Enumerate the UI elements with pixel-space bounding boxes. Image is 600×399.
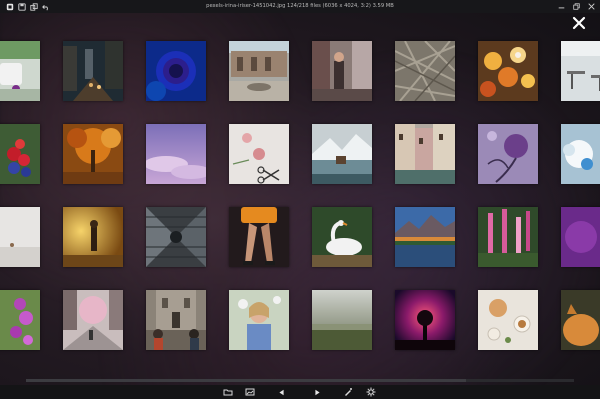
thumbnail-mountain-lake-house[interactable] bbox=[312, 124, 372, 184]
thumbnail-swan[interactable] bbox=[312, 207, 372, 267]
thumbnail-purple-sky[interactable] bbox=[146, 124, 206, 184]
scroll-track[interactable] bbox=[26, 379, 574, 382]
gallery-icon[interactable] bbox=[244, 386, 256, 398]
thumbnail-cafe[interactable] bbox=[561, 41, 600, 101]
thumbnail-canal-houses[interactable] bbox=[395, 124, 455, 184]
thumbnail-girl-sunset[interactable] bbox=[63, 207, 123, 267]
image-viewer-app: pexels-irina-iriser-1451042.jpg 124/218 … bbox=[0, 0, 600, 399]
thumbnail-dry-grass[interactable] bbox=[395, 41, 455, 101]
app-icon[interactable] bbox=[5, 2, 14, 11]
thumbnail-purple-tulip[interactable] bbox=[478, 124, 538, 184]
undo-icon[interactable] bbox=[41, 2, 50, 11]
edit-icon[interactable] bbox=[342, 386, 354, 398]
minimize-icon[interactable] bbox=[558, 3, 565, 10]
close-window-icon[interactable] bbox=[588, 3, 595, 10]
previous-icon[interactable] bbox=[275, 386, 287, 398]
thumbnail-mug[interactable] bbox=[0, 41, 40, 101]
copy-icon[interactable] bbox=[29, 2, 38, 11]
bottom-toolbar bbox=[0, 385, 600, 399]
next-icon[interactable] bbox=[311, 386, 323, 398]
titlebar-left-buttons bbox=[0, 2, 50, 11]
window-title: pexels-irina-iriser-1451042.jpg 124/218 … bbox=[206, 3, 394, 9]
scroll-left-arrow-icon[interactable] bbox=[14, 377, 22, 391]
thumbnail-old-building-people[interactable] bbox=[146, 290, 206, 350]
title-bar: pexels-irina-iriser-1451042.jpg 124/218 … bbox=[0, 0, 600, 13]
save-icon[interactable] bbox=[17, 2, 26, 11]
thumbnail-grid bbox=[0, 0, 600, 370]
thumbnail-purple-flower[interactable] bbox=[0, 290, 40, 350]
scroll-thumb[interactable] bbox=[26, 379, 466, 382]
thumbnail-city-street[interactable] bbox=[63, 41, 123, 101]
thumbnail-white-flower[interactable] bbox=[561, 124, 600, 184]
thumbnail-cup-white[interactable] bbox=[0, 207, 40, 267]
thumbnail-purple-abstract[interactable] bbox=[561, 207, 600, 267]
thumbnail-tree-galaxy[interactable] bbox=[395, 290, 455, 350]
thumbnail-foxglove-flowers[interactable] bbox=[478, 207, 538, 267]
thumbnail-orange-cat[interactable] bbox=[561, 290, 600, 350]
thumbnail-palace-fountain[interactable] bbox=[229, 41, 289, 101]
thumbnail-berries[interactable] bbox=[0, 124, 40, 184]
thumbnail-street-people[interactable] bbox=[312, 41, 372, 101]
thumbnail-woman-legs-orange[interactable] bbox=[229, 207, 289, 267]
thumbnail-girl-flowers[interactable] bbox=[229, 290, 289, 350]
close-gallery-icon[interactable] bbox=[572, 15, 586, 30]
thumbnail-autumn-forest[interactable] bbox=[63, 124, 123, 184]
thumbnail-blossom-street[interactable] bbox=[63, 290, 123, 350]
scroll-right-arrow-icon[interactable] bbox=[578, 377, 586, 391]
horizontal-scrollbar[interactable] bbox=[14, 377, 586, 391]
thumbnail-mountain-lake-sunset[interactable] bbox=[395, 207, 455, 267]
window-controls bbox=[558, 0, 598, 13]
restore-icon[interactable] bbox=[573, 3, 580, 10]
folder-icon[interactable] bbox=[222, 386, 234, 398]
thumbnail-blue-rose[interactable] bbox=[146, 41, 206, 101]
thumbnail-flowers-scissors[interactable] bbox=[229, 124, 289, 184]
thumbnail-pastries-table[interactable] bbox=[478, 290, 538, 350]
thumbnail-orange-flowers[interactable] bbox=[478, 41, 538, 101]
thumbnail-building-interior[interactable] bbox=[146, 207, 206, 267]
settings-icon[interactable] bbox=[365, 386, 377, 398]
thumbnail-foggy-field[interactable] bbox=[312, 290, 372, 350]
